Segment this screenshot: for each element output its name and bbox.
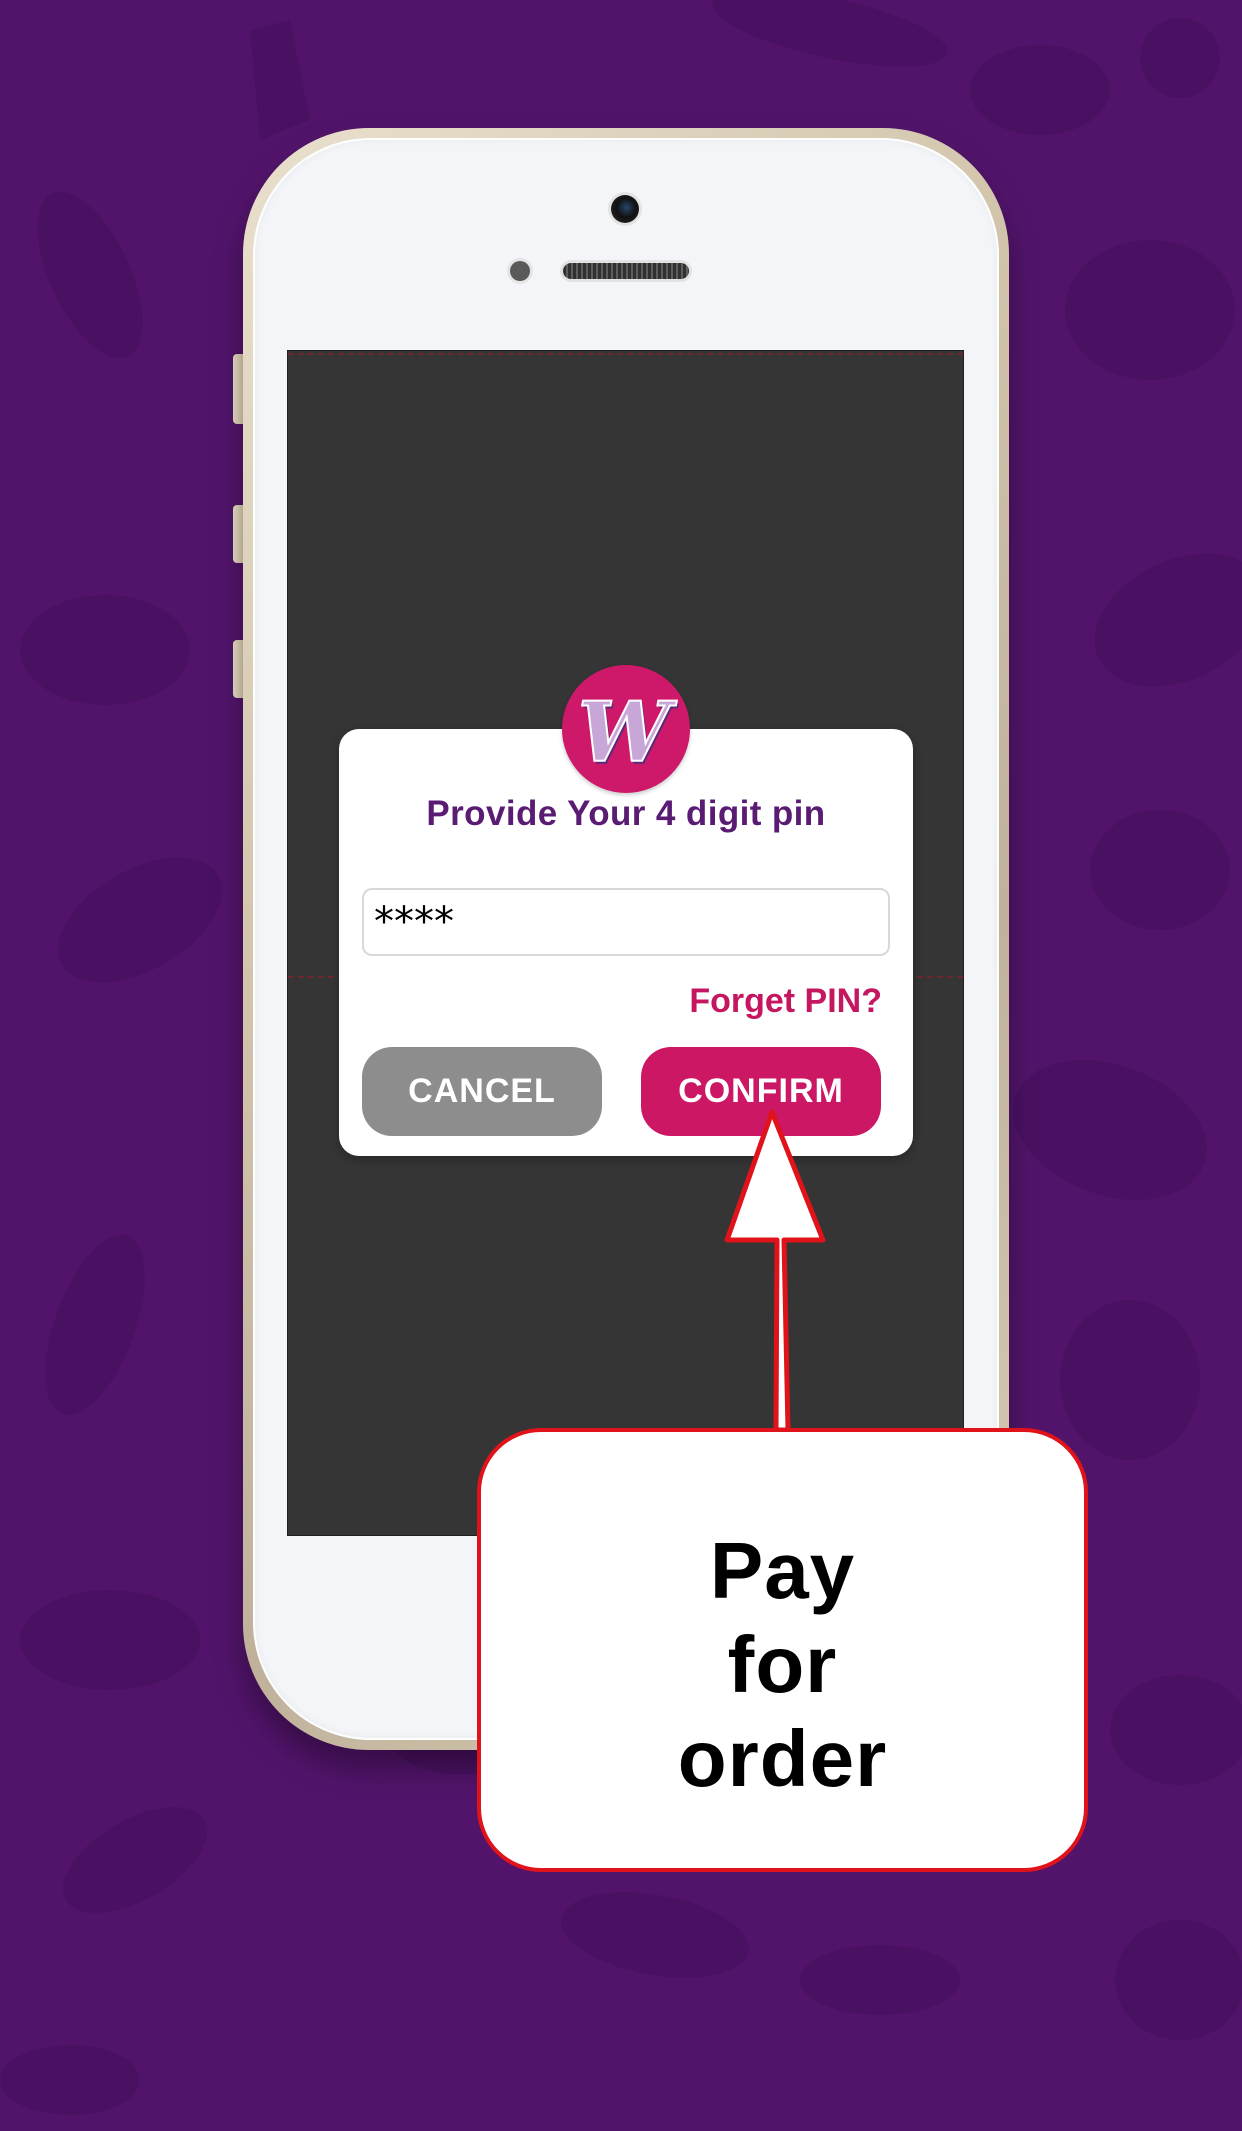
pin-input[interactable]: **** (362, 888, 890, 956)
callout-line-pay: Pay (709, 1526, 856, 1615)
callout-line-order: order (677, 1714, 888, 1803)
volume-down-button (233, 640, 243, 698)
forgot-pin-link[interactable]: Forget PIN? (689, 982, 882, 1021)
callout-text: Pay for order (481, 1524, 1084, 1806)
w-logo-icon: W W (562, 665, 690, 793)
volume-up-button (233, 505, 243, 563)
logo-mark: W W (577, 684, 679, 784)
proximity-sensor (510, 261, 530, 281)
arrow-up-icon (724, 1109, 826, 1433)
front-camera (611, 195, 639, 223)
screen-divider-top (288, 353, 963, 355)
logo-letter: W (578, 685, 677, 781)
pin-dialog-title: Provide Your 4 digit pin (426, 794, 826, 833)
cancel-button[interactable]: CANCEL (362, 1047, 602, 1136)
pin-dialog: Provide Your 4 digit pin **** Forget PIN… (339, 729, 913, 1156)
mute-switch (233, 354, 243, 424)
earpiece-speaker (563, 263, 689, 279)
callout-box: Pay for order (477, 1428, 1088, 1872)
callout-line-for: for (727, 1620, 838, 1709)
